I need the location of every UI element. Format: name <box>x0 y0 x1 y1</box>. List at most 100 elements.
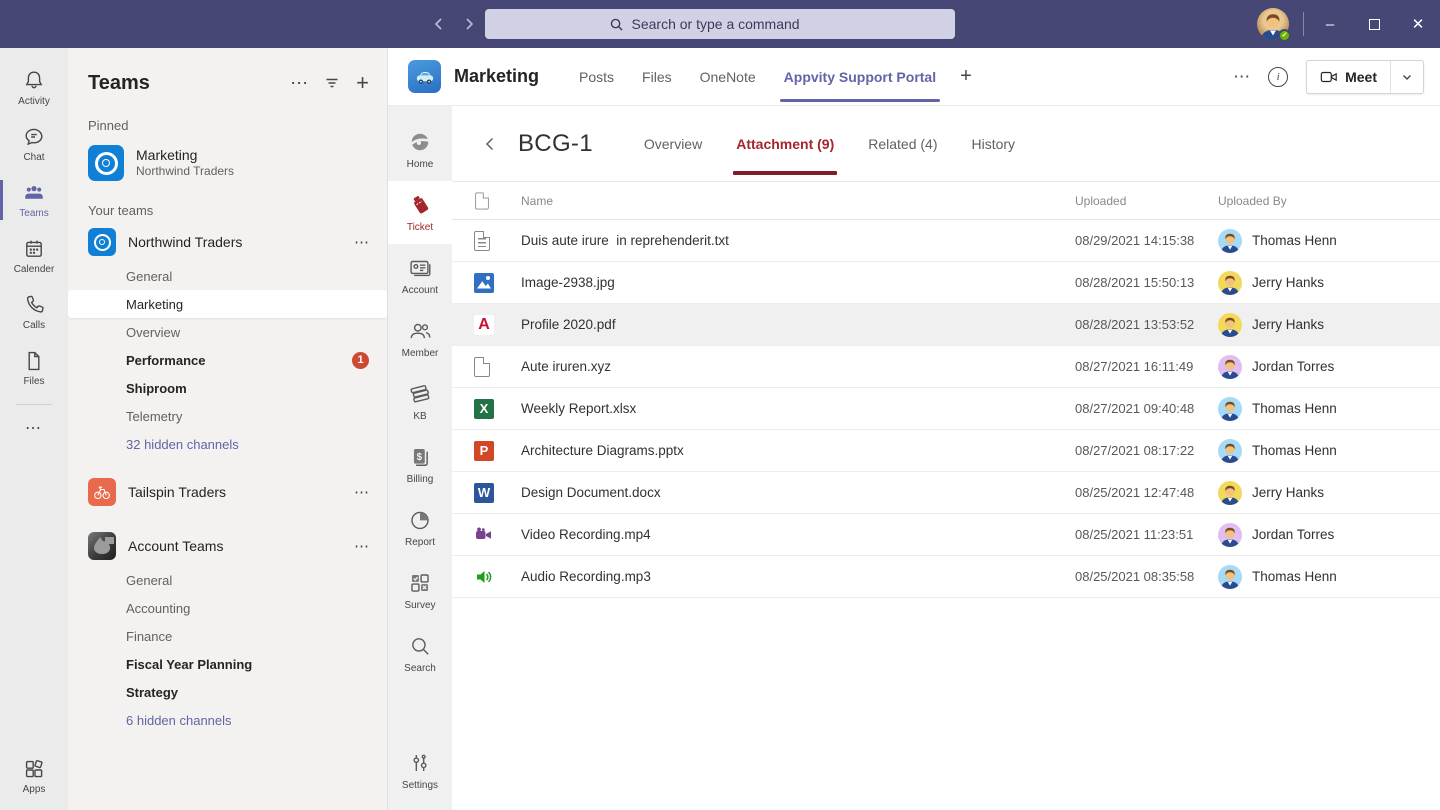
your-teams-section-label: Your teams <box>88 203 387 218</box>
teams-list-panel: Teams ⋯ + Pinned Marketing Northwind Tra… <box>68 48 388 810</box>
sidebar-item-ticket[interactable]: Ticket <box>388 181 452 244</box>
channel-fiscal-year-planning[interactable]: Fiscal Year Planning <box>68 650 387 678</box>
table-row[interactable]: Image-2938.jpg 08/28/2021 15:50:13 Jerry… <box>452 262 1440 304</box>
channel-shiproom[interactable]: Shiproom <box>68 374 387 402</box>
tab-history[interactable]: History <box>955 106 1033 181</box>
filter-icon[interactable] <box>324 75 340 91</box>
channel-title: Marketing <box>454 66 539 87</box>
meet-dropdown-button[interactable] <box>1391 61 1423 93</box>
team-more-options-button[interactable]: ⋯ <box>354 233 369 251</box>
tab-related[interactable]: Related (4) <box>851 106 954 181</box>
chevron-left-icon <box>431 16 447 32</box>
tab-overview[interactable]: Overview <box>627 106 719 181</box>
sidebar-item-search[interactable]: Search <box>388 622 452 685</box>
nav-forward-button[interactable] <box>458 13 480 35</box>
back-button[interactable] <box>478 132 502 156</box>
sidebar-item-survey[interactable]: Survey <box>388 559 452 622</box>
table-row[interactable]: Audio Recording.mp3 08/25/2021 08:35:58 … <box>452 556 1440 598</box>
document-icon <box>475 192 489 209</box>
ticket-portal: BCG-1 Overview Attachment (9) Related (4… <box>452 106 1440 810</box>
table-row[interactable]: Architecture Diagrams.pptx 08/27/2021 08… <box>452 430 1440 472</box>
sidebar-item-settings[interactable]: Settings <box>388 739 452 802</box>
channel-strategy[interactable]: Strategy <box>68 678 387 706</box>
minimize-icon: – <box>1326 16 1334 33</box>
pie-chart-icon <box>407 507 433 533</box>
people-icon <box>407 318 433 344</box>
chevron-down-icon <box>1401 71 1413 83</box>
maximize-button[interactable] <box>1352 0 1396 48</box>
tab-posts[interactable]: Posts <box>565 48 628 105</box>
add-tab-button[interactable]: + <box>950 48 982 105</box>
ticket-tabs: Overview Attachment (9) Related (4) Hist… <box>627 106 1032 181</box>
channel-telemetry[interactable]: Telemetry <box>68 402 387 430</box>
table-row[interactable]: Profile 2020.pdf 08/28/2021 13:53:52 Jer… <box>452 304 1440 346</box>
rail-item-teams[interactable]: Teams <box>0 172 68 228</box>
hidden-channels-link[interactable]: 32 hidden channels <box>68 430 387 458</box>
tab-appvity-support-portal[interactable]: Appvity Support Portal <box>770 48 950 105</box>
titlebar-separator <box>1303 12 1304 36</box>
team-northwind-traders[interactable]: Northwind Traders ⋯ <box>68 222 387 262</box>
channel-overview[interactable]: Overview <box>68 318 387 346</box>
sidebar-item-account[interactable]: Account <box>388 244 452 307</box>
meet-split-button: Meet <box>1306 60 1424 94</box>
search-input[interactable] <box>632 16 832 32</box>
table-row[interactable]: Aute iruren.xyz 08/27/2021 16:11:49 Jord… <box>452 346 1440 388</box>
info-icon[interactable]: i <box>1268 67 1288 87</box>
rail-more-apps-button[interactable]: ⋯ <box>25 413 43 443</box>
close-button[interactable]: ✕ <box>1396 0 1440 48</box>
table-row[interactable]: Weekly Report.xlsx 08/27/2021 09:40:48 T… <box>452 388 1440 430</box>
channel-general[interactable]: General <box>68 566 387 594</box>
channel-finance[interactable]: Finance <box>68 622 387 650</box>
table-row[interactable]: Design Document.docx 08/25/2021 12:47:48… <box>452 472 1440 514</box>
team-account-teams[interactable]: Account Teams ⋯ <box>68 526 387 566</box>
column-header-uploaded: Uploaded <box>1075 194 1218 208</box>
rail-item-calls[interactable]: Calls <box>0 284 68 340</box>
sidebar-item-member[interactable]: Member <box>388 307 452 370</box>
channel-more-options-button[interactable]: ⋯ <box>1233 67 1250 87</box>
pinned-section-label: Pinned <box>88 118 387 133</box>
sidebar-item-billing[interactable]: $ Billing <box>388 433 452 496</box>
pdf-file-icon <box>474 315 494 335</box>
channel-accounting[interactable]: Accounting <box>68 594 387 622</box>
uploader-avatar <box>1218 523 1242 547</box>
sidebar-item-home[interactable]: Home <box>388 118 452 181</box>
tailspin-logo-icon <box>88 478 116 506</box>
rail-item-calendar[interactable]: Calender <box>0 228 68 284</box>
unread-badge: 1 <box>352 352 369 369</box>
apps-grid-icon <box>22 757 46 781</box>
rail-item-files[interactable]: Files <box>0 340 68 396</box>
command-search-box[interactable] <box>485 9 955 39</box>
sidebar-item-report[interactable]: Report <box>388 496 452 559</box>
join-create-team-button[interactable]: + <box>356 74 369 92</box>
rail-item-chat[interactable]: Chat <box>0 116 68 172</box>
channel-marketing[interactable]: Marketing <box>68 290 387 318</box>
table-row[interactable]: Duis aute irure in reprehenderit.txt 08/… <box>452 220 1440 262</box>
meet-button[interactable]: Meet <box>1307 61 1391 93</box>
rail-item-apps[interactable]: Apps <box>0 748 68 804</box>
tab-files[interactable]: Files <box>628 48 686 105</box>
marketing-channel-icon <box>408 60 441 93</box>
sidebar-item-kb[interactable]: KB <box>388 370 452 433</box>
uploader-avatar <box>1218 271 1242 295</box>
pinned-team-marketing[interactable]: Marketing Northwind Traders <box>68 137 387 189</box>
tab-onenote[interactable]: OneNote <box>686 48 770 105</box>
table-row[interactable]: Video Recording.mp4 08/25/2021 11:23:51 … <box>452 514 1440 556</box>
team-tailspin-traders[interactable]: Tailspin Traders ⋯ <box>68 472 387 512</box>
hidden-channels-link[interactable]: 6 hidden channels <box>68 706 387 734</box>
powerpoint-file-icon <box>474 441 494 461</box>
generic-file-icon <box>474 357 490 377</box>
bell-icon <box>22 69 46 93</box>
rail-item-activity[interactable]: Activity <box>0 60 68 116</box>
titlebar-right-controls: ✓ – ✕ <box>1257 0 1440 48</box>
tab-attachment[interactable]: Attachment (9) <box>719 106 851 181</box>
team-more-options-button[interactable]: ⋯ <box>354 537 369 555</box>
channel-performance[interactable]: Performance 1 <box>68 346 387 374</box>
user-avatar[interactable]: ✓ <box>1257 8 1289 40</box>
minimize-button[interactable]: – <box>1308 0 1352 48</box>
teams-more-options-button[interactable]: ⋯ <box>290 73 308 94</box>
channel-general[interactable]: General <box>68 262 387 290</box>
phone-icon <box>22 293 46 317</box>
rail-label: Calender <box>14 264 55 275</box>
team-more-options-button[interactable]: ⋯ <box>354 483 369 501</box>
nav-back-button[interactable] <box>428 13 450 35</box>
